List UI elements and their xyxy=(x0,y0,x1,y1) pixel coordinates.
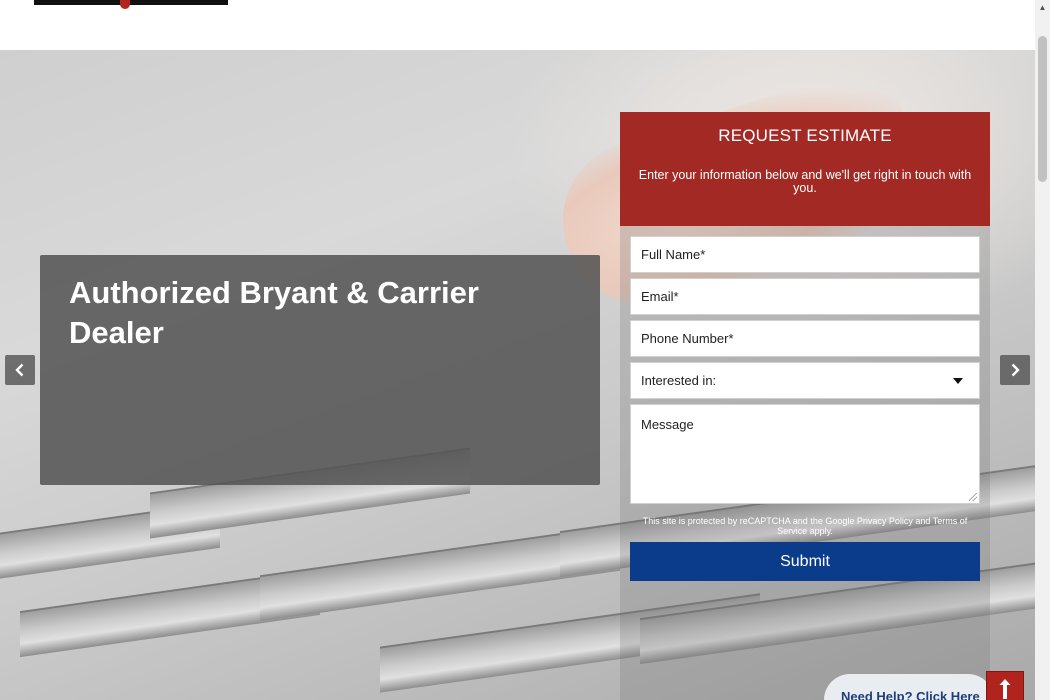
chevron-right-icon xyxy=(1011,363,1020,377)
recaptcha-notice: This site is protected by reCAPTCHA and … xyxy=(642,516,968,536)
full-name-field[interactable]: Full Name* xyxy=(630,236,980,273)
logo-mark xyxy=(120,0,130,9)
logo[interactable] xyxy=(34,0,228,9)
phone-field[interactable]: Phone Number* xyxy=(630,320,980,357)
page-scrollbar[interactable]: ▲ xyxy=(1035,0,1050,700)
form-title: REQUEST ESTIMATE xyxy=(718,126,892,145)
chevron-left-icon xyxy=(15,363,24,377)
submit-button[interactable]: Submit xyxy=(630,542,980,581)
hero-caption-box: Authorized Bryant & Carrier Dealer xyxy=(40,255,600,485)
phone-placeholder: Phone Number* xyxy=(641,331,734,346)
email-placeholder: Email* xyxy=(641,289,679,304)
scroll-thumb[interactable] xyxy=(1038,36,1047,182)
logo-bar xyxy=(34,0,228,5)
message-field[interactable]: Message xyxy=(630,404,980,504)
email-field[interactable]: Email* xyxy=(630,278,980,315)
interest-selected-value: Interested in: xyxy=(641,373,717,388)
full-name-placeholder: Full Name* xyxy=(641,247,706,262)
help-chat-label: Need Help? Click Here xyxy=(841,689,980,700)
form-subtitle: Enter your information below and we'll g… xyxy=(638,168,972,195)
site-header xyxy=(0,0,1035,50)
caret-down-icon xyxy=(953,377,963,384)
help-chat-button[interactable]: Need Help? Click Here xyxy=(824,674,994,700)
interest-select[interactable]: Interested in: xyxy=(630,362,980,399)
hero-caption: Authorized Bryant & Carrier Dealer xyxy=(69,275,479,350)
message-placeholder: Message xyxy=(641,417,694,432)
estimate-form: REQUEST ESTIMATE Enter your information … xyxy=(620,112,990,700)
hero-slider: Authorized Bryant & Carrier Dealer REQUE… xyxy=(0,50,1035,700)
arrow-up-icon xyxy=(999,679,1011,699)
resize-grip-icon[interactable] xyxy=(969,493,977,501)
slider-next-button[interactable] xyxy=(1000,355,1030,385)
scroll-up-arrow-icon[interactable]: ▲ xyxy=(1035,0,1050,15)
slider-prev-button[interactable] xyxy=(5,355,35,385)
form-header: REQUEST ESTIMATE Enter your information … xyxy=(620,112,990,226)
back-to-top-button[interactable] xyxy=(986,671,1024,700)
